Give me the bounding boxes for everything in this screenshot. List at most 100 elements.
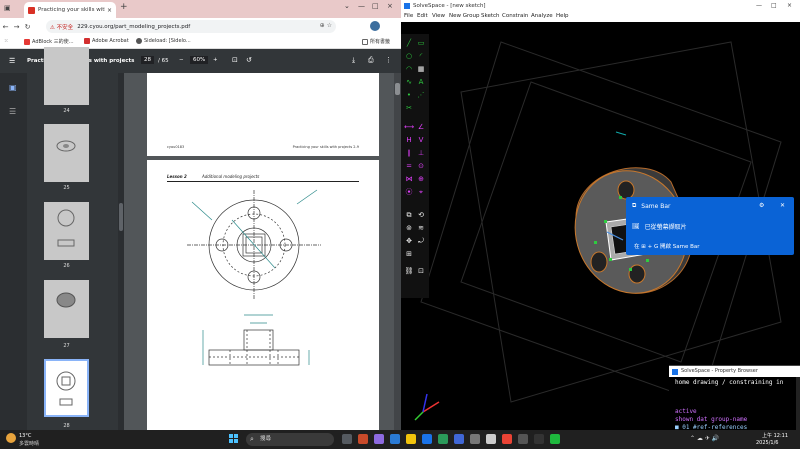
tab-pdf[interactable]: Practicing your skills with pro... × — [24, 2, 116, 18]
translate-icon[interactable]: ✥ — [404, 236, 414, 246]
taskbar-app-icon[interactable] — [358, 434, 368, 444]
notif-settings-icon[interactable]: ⚙ — [759, 202, 764, 209]
all-bookmarks[interactable]: 所有書籤 — [362, 38, 390, 45]
taskbar-app-icon[interactable] — [502, 434, 512, 444]
thumbnail-page-selected[interactable] — [44, 359, 89, 417]
spline-tool-icon[interactable]: ∿ — [404, 77, 414, 87]
taskbar-app-icon[interactable] — [422, 434, 432, 444]
link-file-icon[interactable]: ⛓ — [404, 266, 414, 276]
taskbar-app-icon[interactable] — [390, 434, 400, 444]
minimize-button[interactable]: — — [358, 2, 365, 10]
workplane-icon[interactable]: ⊞ — [404, 249, 414, 259]
menu-new-group[interactable]: New Group — [449, 13, 480, 19]
snipping-notification[interactable]: ⧉ Same Bar ⚙ ✕ 🖼 已從螢幕擷取片 在 ⊞ + G 開啟 Same… — [626, 197, 794, 255]
construction-icon[interactable]: ⋰ — [416, 90, 426, 100]
download-icon[interactable]: ⤓ — [352, 56, 355, 65]
start-button[interactable] — [229, 434, 239, 444]
split-curves-icon[interactable]: ✂ — [404, 103, 414, 113]
line-tool-icon[interactable]: ╱ — [404, 38, 414, 48]
bookmark-item[interactable]: AdBlock 三的使… — [24, 38, 74, 45]
revolve-icon[interactable]: ⊚ — [404, 223, 414, 233]
thumbnails-icon[interactable]: ▣ — [9, 83, 18, 92]
lock-constraint-icon[interactable]: ⌖ — [416, 187, 426, 197]
insecure-badge[interactable]: ⚠ 不安全 — [50, 23, 73, 31]
taskbar-search[interactable]: ⌕ 搜尋 — [246, 433, 334, 446]
ss-close-button[interactable]: × — [787, 2, 792, 9]
notif-close-icon[interactable]: ✕ — [780, 202, 785, 209]
text-tool-icon[interactable]: A — [416, 77, 426, 87]
rectangle-tool-icon[interactable]: ▭ — [416, 38, 426, 48]
clock-date[interactable]: 2025/1/6 — [756, 440, 778, 446]
distance-constraint-icon[interactable]: ⟷ — [404, 122, 414, 132]
pb-line[interactable]: active — [675, 408, 697, 415]
tab-close-icon[interactable]: × — [107, 7, 112, 14]
back-button[interactable]: ← — [0, 23, 11, 31]
menu-view[interactable]: View — [432, 13, 445, 19]
taskbar-app-icon[interactable] — [534, 434, 544, 444]
menu-edit[interactable]: Edit — [417, 13, 428, 19]
menu-constrain[interactable]: Constrain — [502, 13, 528, 19]
rotate-icon[interactable]: ↺ — [246, 56, 252, 64]
thumbnail-page[interactable] — [44, 202, 89, 260]
horizontal-constraint-icon[interactable]: H — [404, 135, 414, 145]
taskbar-app-icon[interactable] — [486, 434, 496, 444]
taskbar-app-icon[interactable] — [518, 434, 528, 444]
clock-time[interactable]: 上午 12:11 — [762, 432, 788, 439]
new-tab-button[interactable]: + — [120, 2, 128, 12]
profile-avatar[interactable] — [370, 21, 380, 31]
bookmark-item[interactable]: Adobe Acrobat — [84, 38, 129, 44]
menu-file[interactable]: File — [404, 13, 413, 19]
print-icon[interactable]: ⎙ — [368, 56, 374, 65]
equal-constraint-icon[interactable]: = — [404, 161, 414, 171]
lathe-icon[interactable]: ⟲ — [416, 210, 426, 220]
circle-tool-icon[interactable]: ○ — [404, 51, 414, 61]
weather-icon[interactable] — [6, 433, 16, 443]
bookmark-item[interactable]: Sideload: [Sidelo... — [136, 38, 191, 44]
taskbar-app-icon[interactable] — [374, 434, 384, 444]
thumbnail-page[interactable] — [44, 47, 89, 105]
close-button[interactable]: × — [387, 2, 393, 10]
vertical-constraint-icon[interactable]: V — [416, 135, 426, 145]
arc-tool-icon[interactable]: ◜ — [416, 51, 426, 61]
taskbar-app-icon[interactable] — [454, 434, 464, 444]
apps-grid-icon[interactable]: ⁙ — [4, 38, 8, 44]
coincident-constraint-icon[interactable]: ⊕ — [416, 174, 426, 184]
point-tool-icon[interactable]: • — [404, 90, 414, 100]
taskbar-app-icon[interactable] — [470, 434, 480, 444]
zoom-input[interactable]: 60% — [190, 56, 209, 64]
pb-line[interactable]: shown dat group-name — [675, 416, 747, 423]
taskbar-app-icon[interactable] — [406, 434, 416, 444]
menu-analyze[interactable]: Analyze — [531, 13, 553, 19]
pb-scrollbar[interactable] — [796, 377, 800, 431]
bottom-tool-icon[interactable]: ⊡ — [416, 266, 426, 276]
menu-sketch[interactable]: Sketch — [481, 13, 500, 19]
tab-list-icon[interactable]: ⌄ — [344, 2, 350, 10]
symmetric-constraint-icon[interactable]: ⋈ — [404, 174, 414, 184]
helix-icon[interactable]: ≋ — [416, 223, 426, 233]
taskbar-app-icon[interactable] — [438, 434, 448, 444]
tab-search-icon[interactable]: ▣ — [4, 4, 14, 14]
bookmark-star-icon[interactable]: ⊕ ☆ — [320, 22, 332, 29]
omnibox[interactable]: ⚠ 不安全 229.cyou.org/part_modeling_project… — [46, 20, 336, 33]
forward-button[interactable]: → — [11, 23, 22, 31]
zoom-in-button[interactable]: + — [213, 57, 218, 63]
image-tool-icon[interactable]: ▦ — [416, 64, 426, 74]
angle-constraint-icon[interactable]: ∠ — [416, 122, 426, 132]
ss-maximize-button[interactable]: □ — [771, 2, 777, 9]
thumbnail-page[interactable] — [44, 280, 89, 338]
fit-page-icon[interactable]: ⊡ — [232, 56, 238, 64]
parallel-constraint-icon[interactable]: ∥ — [404, 148, 414, 158]
menu-help[interactable]: Help — [556, 13, 569, 19]
taskbar-app-icon[interactable] — [342, 434, 352, 444]
pb-breadcrumb[interactable]: home drawing / constraining in — [675, 379, 783, 386]
extrude-icon[interactable]: ⧉ — [404, 210, 414, 220]
outline-icon[interactable]: ☰ — [9, 107, 18, 116]
thumbnail-page[interactable] — [44, 124, 89, 182]
reload-button[interactable]: ↻ — [22, 23, 33, 31]
taskbar-app-icon[interactable] — [550, 434, 560, 444]
on-curve-constraint-icon[interactable]: ⦿ — [404, 187, 414, 197]
rotate-group-icon[interactable]: ⤾ — [416, 236, 426, 246]
zoom-out-button[interactable]: − — [179, 57, 184, 63]
menu-icon[interactable]: ☰ — [9, 57, 15, 65]
system-tray[interactable]: ⌃ ☁ ✈ 🔊 — [690, 435, 719, 442]
